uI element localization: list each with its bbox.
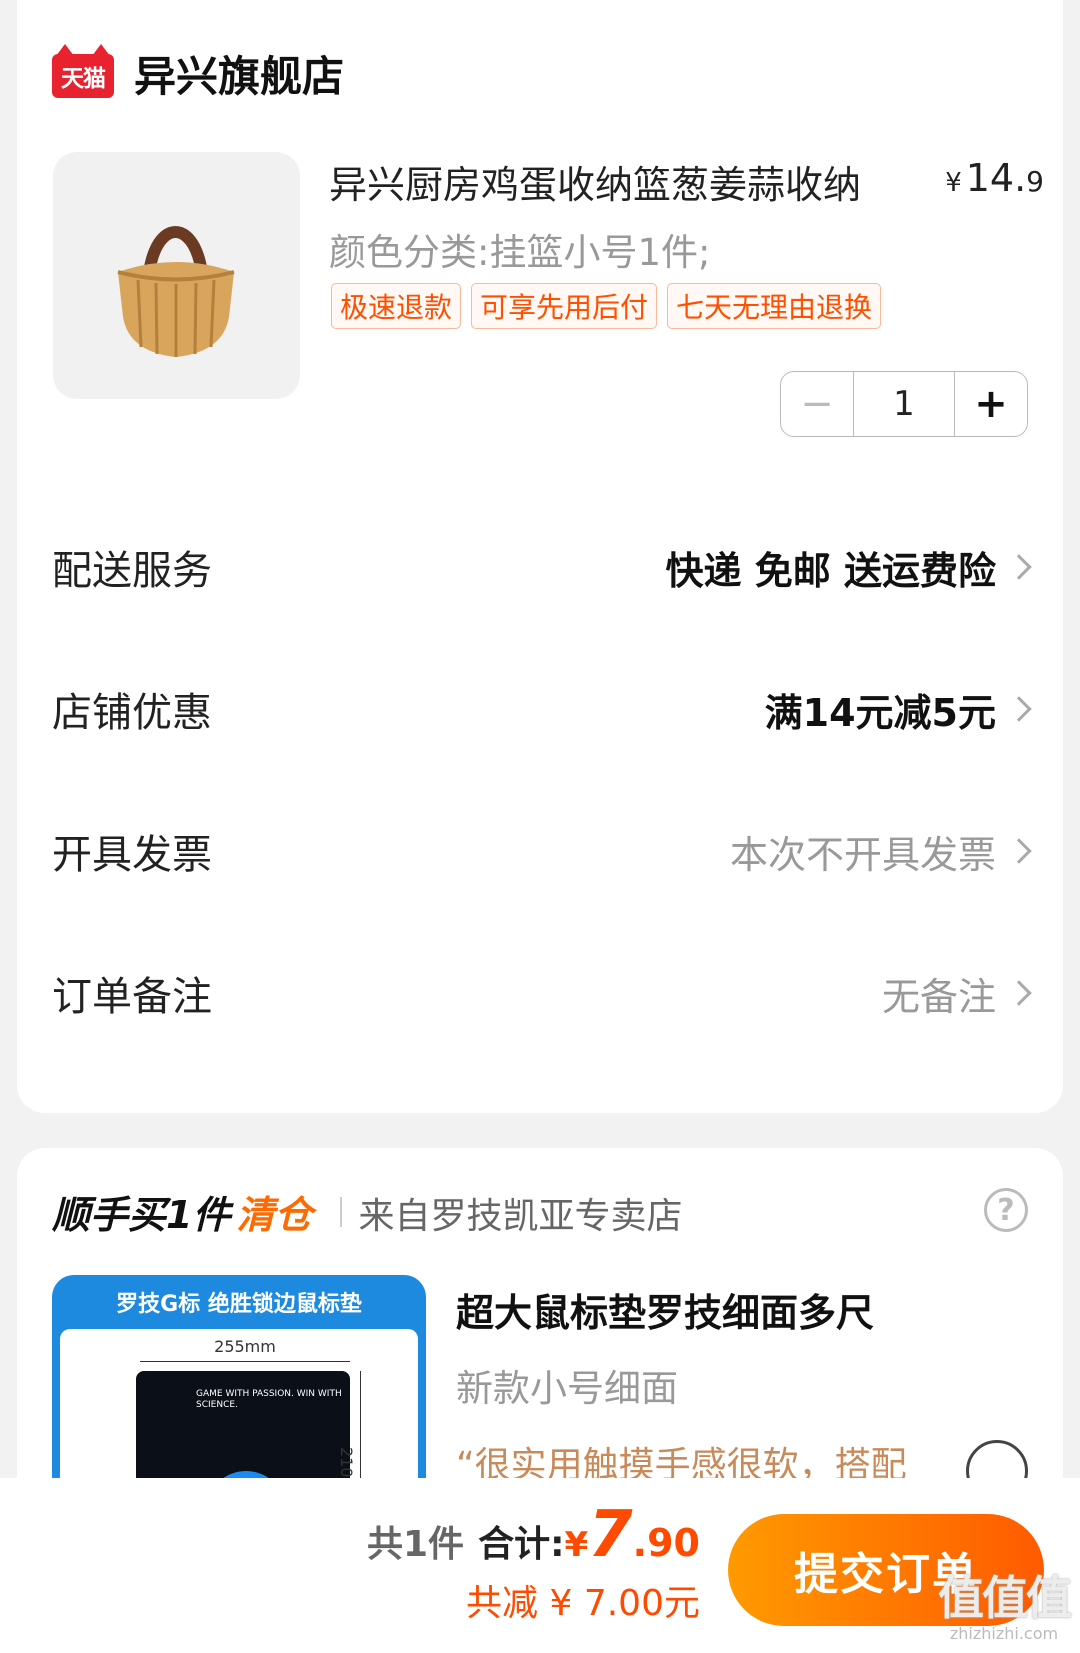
- item-count: 共1件: [367, 1524, 465, 1565]
- row-shop-discount[interactable]: 店铺优惠 满14元减5元: [52, 669, 1032, 749]
- promo-product-title[interactable]: 超大鼠标垫罗技细面多尺: [456, 1282, 874, 1337]
- row-invoice[interactable]: 开具发票 本次不开具发票: [52, 811, 1032, 891]
- quantity-input[interactable]: 1: [853, 372, 955, 436]
- chevron-right-icon: [1006, 554, 1032, 580]
- decrease-button[interactable]: −: [781, 372, 853, 436]
- product-title[interactable]: 异兴厨房鸡蛋收纳篮葱姜蒜收纳: [329, 154, 861, 209]
- chevron-right-icon: [1006, 838, 1032, 864]
- promo-header: 顺手买1件 清仓 来自罗技凯亚专卖店: [52, 1184, 682, 1239]
- total-label: 合计:: [478, 1524, 565, 1565]
- note-label: 订单备注: [52, 974, 212, 1020]
- quantity-stepper: − 1 +: [780, 371, 1028, 437]
- promo-product-subtitle: 新款小号细面: [456, 1367, 678, 1410]
- increase-button[interactable]: +: [955, 372, 1027, 436]
- total-amount: 7: [588, 1498, 633, 1572]
- product-price: ¥14.9: [945, 156, 1044, 200]
- promo-image-banner: 罗技G标 绝胜锁边鼠标垫: [116, 1292, 362, 1317]
- tag-seven-day-return: 七天无理由退换: [667, 283, 882, 329]
- product-spec[interactable]: 颜色分类:挂篮小号1件;: [329, 222, 710, 276]
- delivery-label: 配送服务: [52, 548, 212, 594]
- shop-name[interactable]: 异兴旗舰店: [134, 43, 344, 104]
- row-order-note[interactable]: 订单备注 无备注: [52, 953, 1032, 1033]
- promo-source-shop: 来自罗技凯亚专卖店: [358, 1196, 683, 1237]
- order-summary: 共1件 合计: ¥ 7 .90 共减 ¥ 7.00元: [367, 1498, 700, 1624]
- discount-value: 满14元减5元: [765, 682, 1032, 737]
- total-saved: 共减 ¥ 7.00元: [466, 1583, 700, 1624]
- invoice-label: 开具发票: [52, 832, 212, 878]
- service-tags: 极速退款 可享先用后付 七天无理由退换: [331, 283, 882, 329]
- tag-fast-refund: 极速退款: [331, 283, 462, 329]
- tmall-logo-icon: 天猫: [52, 42, 114, 104]
- row-delivery[interactable]: 配送服务 快递 免邮 送运费险: [52, 527, 1032, 607]
- bottom-bar: 共1件 合计: ¥ 7 .90 共减 ¥ 7.00元 提交订单 值值值 zhiz…: [0, 1478, 1080, 1653]
- chevron-right-icon: [1006, 980, 1032, 1006]
- product-thumbnail[interactable]: [53, 152, 300, 399]
- discount-label: 店铺优惠: [52, 690, 212, 736]
- shop-header[interactable]: 天猫 异兴旗舰店: [52, 42, 344, 104]
- promo-accent: 清仓: [236, 1193, 313, 1237]
- delivery-value: 快递 免邮 送运费险: [666, 540, 1032, 595]
- chevron-right-icon: [1006, 696, 1032, 722]
- basket-image: [117, 226, 235, 357]
- note-value: 无备注: [882, 966, 1032, 1021]
- watermark: 值值值 zhizhizhi.com: [938, 1571, 1072, 1643]
- tag-pay-later: 可享先用后付: [471, 283, 658, 329]
- promo-title: 顺手买1件: [52, 1193, 231, 1237]
- divider: [340, 1196, 343, 1227]
- invoice-value: 本次不开具发票: [730, 824, 1032, 879]
- help-icon[interactable]: ?: [984, 1188, 1028, 1232]
